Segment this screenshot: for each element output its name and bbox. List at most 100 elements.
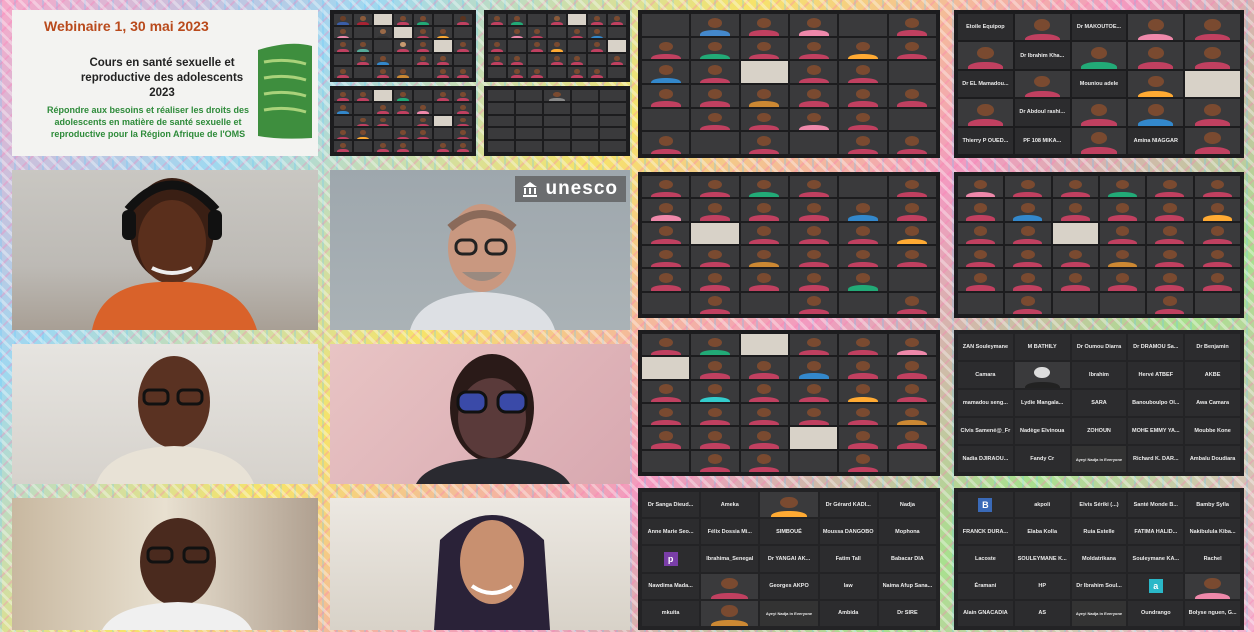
speaker-silhouette-icon — [410, 204, 555, 330]
gallery-thumb-3 — [330, 86, 476, 156]
speaker-video-1 — [12, 170, 318, 330]
participant-name: Elvis Sériki (...) — [1071, 492, 1127, 518]
avatar: a — [1128, 573, 1184, 599]
participant-video — [701, 600, 759, 626]
participant-name: M BATHILY — [1014, 334, 1070, 360]
participant-name: Nawdima Mada... — [642, 573, 700, 599]
participant-name: Camara — [958, 362, 1013, 388]
participant-name: Naima Afup Sana... — [878, 573, 936, 599]
participant-name: AS — [1014, 600, 1070, 626]
avatar-letter: B — [978, 497, 993, 512]
participant-name: Awa Camara — [1185, 390, 1240, 416]
participant-name: MOHE EMMY YA... — [1128, 418, 1184, 444]
participant-name: Lacoste — [958, 546, 1013, 572]
gallery-cells — [958, 176, 1240, 314]
names-cells: Dr Sanga Dieud... Ameka Dr Gérard KADI..… — [642, 492, 936, 626]
participant-name: Souleymane KA... — [1128, 546, 1184, 572]
participant-names-grid-2: Dr Sanga Dieud... Ameka Dr Gérard KADI..… — [638, 488, 940, 630]
speaker-silhouette-icon — [416, 354, 570, 484]
participant-name: Dr Sanga Dieud... — [642, 492, 700, 518]
participant-name: Santé Monde B... — [1128, 492, 1184, 518]
participant-name: Elaba Kolla — [1014, 519, 1070, 545]
gallery-cells — [642, 334, 936, 472]
gallery-cells — [642, 176, 936, 314]
gallery-view-1 — [638, 10, 940, 158]
speaker-silhouette-icon — [96, 356, 254, 484]
chat-overlay: Ayeyi Nadja in Everyone — [760, 600, 818, 626]
gallery-cells: Etoile Equipop Dr MAKOUTOE... Dr Ibrahim … — [958, 14, 1240, 154]
gallery-thumb-1 — [330, 10, 476, 82]
slide-heading: Cours en santé sexuelle et reproductive … — [80, 57, 244, 99]
participant-name: Bamby Sylla — [1185, 492, 1240, 518]
participant-name: Nadja — [878, 492, 936, 518]
participant-name: Rachel — [1185, 546, 1240, 572]
participant-name: Ibrahima_Senegal — [701, 546, 759, 572]
participant-name: HP — [1014, 573, 1070, 599]
participant-name: Fandy Cr — [1014, 446, 1070, 472]
speaker-video-4 — [330, 344, 630, 484]
avatar: B — [958, 492, 1013, 518]
participant-name: Nadia DJIRAOU... — [958, 446, 1013, 472]
participant-video — [760, 492, 818, 518]
avatar-letter: p — [663, 551, 678, 566]
participant-name: Clvis Samené@_Fr — [958, 418, 1013, 444]
participant-video — [1014, 362, 1070, 388]
participant-name: FATIMA HALID... — [1128, 519, 1184, 545]
participant-name: Moubbe Kone — [1185, 418, 1240, 444]
gallery-cells — [488, 14, 626, 78]
participant-name: Dr SIRE — [878, 600, 936, 626]
participant-name: Dr Gérard KADI... — [819, 492, 877, 518]
slide-subheading: Répondre aux besoins et réaliser les dro… — [46, 105, 250, 139]
participant-name: Ambalu Doudiara — [1185, 446, 1240, 472]
participant-name: SARA — [1071, 390, 1127, 416]
participant-name: Dr Benjamin — [1185, 334, 1240, 360]
slide-title: Webinaire 1, 30 mai 2023 — [44, 18, 209, 34]
participant-name: Dr YANGAI AK... — [760, 546, 818, 572]
gallery-thumb-4 — [484, 86, 630, 156]
participant-name: Bolyse nguen, G... — [1185, 600, 1240, 626]
speaker-silhouette-icon — [102, 518, 252, 630]
chat-overlay: Ayeyi Nadja in Everyone — [1071, 446, 1127, 472]
gallery-view-3 — [638, 172, 940, 318]
speaker-video-2: unesco — [330, 170, 630, 330]
participant-name: Dr DRAMOU Sa... — [1128, 334, 1184, 360]
participant-name: Babacar DIA — [878, 546, 936, 572]
speaker-silhouette-icon — [434, 515, 550, 630]
participant-name: Mophona — [878, 519, 936, 545]
participant-name: Alain GNACADIA — [958, 600, 1013, 626]
participant-name: AKBE — [1185, 362, 1240, 388]
participant-name: Moussa DANGOBO — [819, 519, 877, 545]
participant-name: Ibrahim — [1071, 362, 1127, 388]
participant-name: Moldatrikana — [1071, 546, 1127, 572]
participant-name: Banouboulpo Ol... — [1128, 390, 1184, 416]
participant-names-grid-1: ZAN Souleymane M BATHILY Dr Oumou Diarra… — [954, 330, 1244, 476]
gallery-thumb-2 — [484, 10, 630, 82]
names-cells: ZAN Souleymane M BATHILY Dr Oumou Diarra… — [958, 334, 1240, 472]
speaker-video-3 — [12, 344, 318, 484]
speaker-silhouette-icon — [92, 178, 257, 330]
participant-name: Oundrango — [1128, 600, 1184, 626]
gallery-cells — [334, 90, 472, 152]
participant-name: Ameka — [701, 492, 759, 518]
participant-name: FRANCK DURA... — [958, 519, 1013, 545]
avatar-letter: a — [1148, 579, 1163, 594]
leaf-logo-icon — [250, 40, 316, 144]
participant-name: Nakibulula Kiba... — [1185, 519, 1240, 545]
gallery-view-5 — [638, 330, 940, 476]
gallery-cells — [488, 90, 626, 152]
participant-name: Ruia Estelle — [1071, 519, 1127, 545]
participant-name: mkuita — [642, 600, 700, 626]
avatar: p — [642, 546, 700, 572]
participant-name: SOULEYMANE K... — [1014, 546, 1070, 572]
gallery-cells — [334, 14, 472, 78]
speaker-video-5 — [12, 498, 318, 630]
participant-name: Lydie Mangala... — [1014, 390, 1070, 416]
participant-name: Éramani — [958, 573, 1013, 599]
presentation-slide: Webinaire 1, 30 mai 2023 Cours en santé … — [12, 10, 318, 156]
names-cells: B akpoli Elvis Sériki (...) Santé Monde … — [958, 492, 1240, 626]
participant-video — [1185, 573, 1240, 599]
participant-name: Anne Marie Seo... — [642, 519, 700, 545]
participant-name: Ambida — [819, 600, 877, 626]
participant-name: Dr Oumou Diarra — [1071, 334, 1127, 360]
participant-name: ZAN Souleymane — [958, 334, 1013, 360]
